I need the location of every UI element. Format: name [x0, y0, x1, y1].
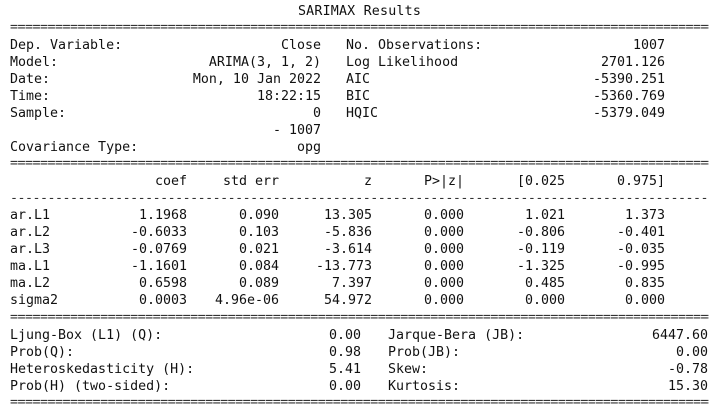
value-jarque-bera: 6447.60	[651, 328, 708, 343]
sarimax-results-output: SARIMAX Results ========================…	[0, 0, 719, 410]
cell-z: -5.836	[323, 225, 372, 240]
cell-ci-upper: -0.035	[616, 242, 665, 257]
row-name: ma.L2	[10, 276, 51, 291]
cell-ci-lower: -1.325	[516, 259, 565, 274]
label-log-likelihood: Log Likelihood	[346, 55, 459, 70]
cell-p-value: 0.000	[423, 259, 464, 274]
value-covariance-type: opg	[296, 140, 321, 155]
label-prob-jb: Prob(JB):	[388, 345, 461, 360]
col-header-p-value: P>|z|	[423, 174, 464, 189]
cell-ci-upper: -0.401	[616, 225, 665, 240]
cell-z: 7.397	[331, 276, 372, 291]
value-time: 18:22:15	[256, 89, 321, 104]
value-prob-h: 0.00	[328, 379, 361, 394]
value-no-observations: 1007	[632, 38, 665, 53]
label-no-observations: No. Observations:	[346, 38, 483, 53]
cell-coef: -1.1601	[130, 259, 187, 274]
cell-ci-upper: -0.995	[616, 259, 665, 274]
cell-ci-lower: -0.119	[516, 242, 565, 257]
label-hqic: HQIC	[346, 106, 379, 121]
value-hqic: -5379.049	[592, 106, 665, 121]
cell-z: 13.305	[323, 208, 372, 223]
value-date: Mon, 10 Jan 2022	[192, 72, 321, 87]
cell-p-value: 0.000	[423, 225, 464, 240]
cell-std-err: 0.021	[238, 242, 279, 257]
cell-std-err: 0.084	[238, 259, 279, 274]
cell-ci-upper: 0.000	[624, 293, 665, 308]
row-name: ma.L1	[10, 259, 51, 274]
cell-z: -13.773	[315, 259, 372, 274]
separator-double: ========================================…	[10, 20, 709, 35]
cell-p-value: 0.000	[423, 293, 464, 308]
value-aic: -5390.251	[592, 72, 665, 87]
cell-std-err: 0.090	[238, 208, 279, 223]
label-sample: Sample:	[10, 106, 67, 121]
label-dep-variable: Dep. Variable:	[10, 38, 123, 53]
cell-coef: -0.0769	[130, 242, 187, 257]
cell-ci-lower: 0.485	[524, 276, 565, 291]
value-sample-end: - 1007	[272, 123, 321, 138]
col-header-ci-lower: [0.025	[516, 174, 565, 189]
cell-std-err: 0.103	[238, 225, 279, 240]
col-header-ci-upper: 0.975]	[616, 174, 665, 189]
label-covariance-type: Covariance Type:	[10, 140, 139, 155]
cell-ci-upper: 1.373	[624, 208, 665, 223]
label-prob-q: Prob(Q):	[10, 345, 75, 360]
cell-ci-upper: 0.835	[624, 276, 665, 291]
cell-p-value: 0.000	[423, 208, 464, 223]
cell-coef: 0.6598	[138, 276, 187, 291]
col-header-coef: coef	[154, 174, 187, 189]
cell-p-value: 0.000	[423, 242, 464, 257]
separator-double: ========================================…	[10, 395, 709, 410]
value-sample-start: 0	[312, 106, 321, 121]
label-time: Time:	[10, 89, 51, 104]
label-ljung-box: Ljung-Box (L1) (Q):	[10, 328, 163, 343]
row-name: ar.L2	[10, 225, 51, 240]
label-kurtosis: Kurtosis:	[388, 379, 461, 394]
value-dep-variable: Close	[280, 38, 321, 53]
col-header-z: z	[363, 174, 372, 189]
value-model: ARIMA(3, 1, 2)	[208, 55, 321, 70]
cell-coef: -0.6033	[130, 225, 187, 240]
results-title: SARIMAX Results	[297, 4, 422, 19]
label-prob-h: Prob(H) (two-sided):	[10, 379, 171, 394]
label-model: Model:	[10, 55, 59, 70]
row-name: ar.L3	[10, 242, 51, 257]
label-date: Date:	[10, 72, 51, 87]
cell-coef: 0.0003	[138, 293, 187, 308]
value-prob-jb: 0.00	[675, 345, 708, 360]
cell-z: -3.614	[323, 242, 372, 257]
col-header-std-err: std err	[222, 174, 279, 189]
value-skew: -0.78	[667, 362, 708, 377]
cell-coef: 1.1968	[138, 208, 187, 223]
cell-z: 54.972	[323, 293, 372, 308]
label-skew: Skew:	[388, 362, 429, 377]
cell-ci-lower: -0.806	[516, 225, 565, 240]
label-heteroskedasticity: Heteroskedasticity (H):	[10, 362, 195, 377]
value-prob-q: 0.98	[328, 345, 361, 360]
separator-single: ----------------------------------------…	[10, 191, 709, 206]
value-bic: -5360.769	[592, 89, 665, 104]
value-kurtosis: 15.30	[667, 379, 708, 394]
separator-double: ========================================…	[10, 156, 709, 171]
cell-std-err: 0.089	[238, 276, 279, 291]
cell-std-err: 4.96e-06	[214, 293, 279, 308]
cell-p-value: 0.000	[423, 276, 464, 291]
cell-ci-lower: 0.000	[524, 293, 565, 308]
value-heteroskedasticity: 5.41	[328, 362, 361, 377]
row-name: sigma2	[10, 293, 59, 308]
value-ljung-box: 0.00	[328, 328, 361, 343]
separator-double: ========================================…	[10, 310, 709, 325]
value-log-likelihood: 2701.126	[600, 55, 665, 70]
label-bic: BIC	[346, 89, 371, 104]
row-name: ar.L1	[10, 208, 51, 223]
cell-ci-lower: 1.021	[524, 208, 565, 223]
label-aic: AIC	[346, 72, 371, 87]
label-jarque-bera: Jarque-Bera (JB):	[388, 328, 525, 343]
